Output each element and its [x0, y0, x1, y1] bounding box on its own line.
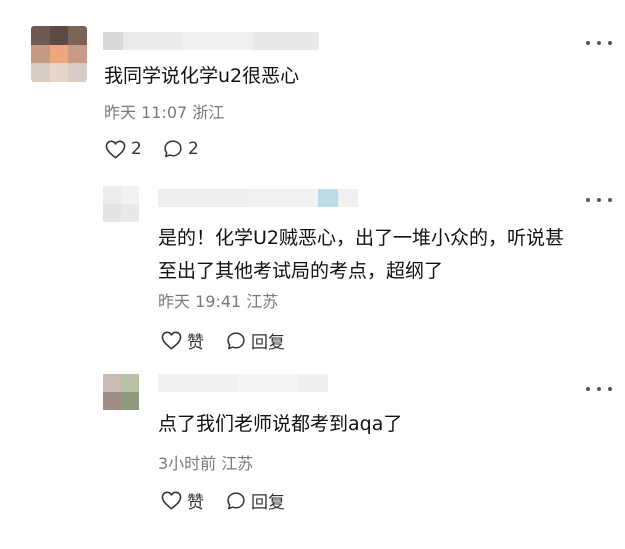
more-options-button[interactable] — [586, 193, 612, 207]
reply-label: 回复 — [251, 493, 285, 513]
avatar[interactable] — [31, 26, 87, 82]
timestamp: 3小时前 — [158, 454, 217, 473]
more-dots-icon — [586, 41, 590, 45]
location: 浙江 — [192, 103, 225, 122]
reply-count: 2 — [188, 139, 199, 159]
comment-text-line: 是的！化学U2贼恶心，出了一堆小众的，听说甚 — [158, 227, 564, 249]
location: 江苏 — [221, 454, 254, 473]
comment-text: 是的！化学U2贼恶心，出了一堆小众的，听说甚 至出了其他考试局的考点，超纲了 — [158, 222, 564, 288]
like-label: 赞 — [187, 493, 204, 513]
timestamp: 昨天 19:41 — [158, 292, 242, 311]
comment-text: 我同学说化学u2很恶心 — [104, 65, 300, 87]
comment-meta: 昨天 19:41 江苏 — [158, 292, 278, 312]
username-blurred[interactable] — [158, 374, 328, 392]
speech-bubble-icon — [227, 491, 245, 509]
comment-text: 点了我们老师说都考到aqa了 — [158, 413, 403, 435]
reply-button[interactable]: 回复 — [226, 328, 285, 353]
comment-meta: 3小时前 江苏 — [158, 454, 253, 474]
location: 江苏 — [246, 292, 279, 311]
heart-outline-icon — [161, 331, 182, 350]
more-options-button[interactable] — [586, 36, 612, 50]
avatar[interactable] — [103, 186, 139, 222]
avatar[interactable] — [103, 374, 139, 410]
heart-outline-icon — [105, 140, 126, 158]
username-blurred[interactable] — [158, 189, 358, 207]
like-button[interactable]: 2 — [105, 139, 142, 159]
speech-bubble-icon — [164, 140, 182, 158]
like-label: 赞 — [187, 333, 204, 353]
speech-bubble-icon — [227, 331, 245, 349]
like-count: 2 — [131, 139, 142, 159]
reply-label: 回复 — [251, 333, 285, 353]
comment-text-line: 至出了其他考试局的考点，超纲了 — [158, 260, 444, 282]
comment-meta: 昨天 11:07 浙江 — [104, 103, 224, 123]
username-blurred[interactable] — [103, 32, 319, 50]
reply-button[interactable]: 2 — [163, 139, 199, 159]
timestamp: 昨天 11:07 — [104, 103, 188, 122]
more-dots-icon — [586, 387, 590, 391]
heart-outline-icon — [161, 491, 182, 510]
reply-button[interactable]: 回复 — [226, 488, 285, 513]
like-button[interactable]: 赞 — [161, 488, 204, 513]
more-dots-icon — [586, 198, 590, 202]
more-options-button[interactable] — [586, 382, 612, 396]
like-button[interactable]: 赞 — [161, 328, 204, 353]
